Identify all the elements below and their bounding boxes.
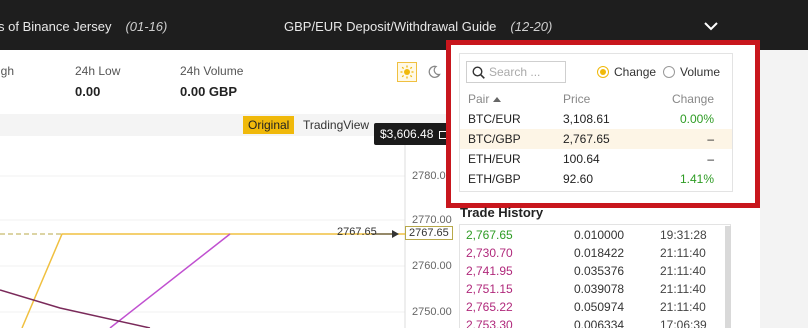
market-row[interactable]: ETH/EUR 100.64 – xyxy=(460,149,732,169)
trade-row: 2,730.70 0.018422 21:11:40 xyxy=(460,245,722,261)
announcement-title: s of Binance Jersey xyxy=(0,19,112,34)
tab-original[interactable]: Original xyxy=(243,116,295,134)
pair-change: 0.00% xyxy=(679,112,714,126)
trade-time: 21:11:40 xyxy=(660,300,706,314)
dark-theme-button[interactable] xyxy=(424,62,444,82)
radio-change[interactable]: Change xyxy=(597,65,656,79)
stat-label-high: igh xyxy=(0,64,15,78)
series-line-dark xyxy=(0,289,151,328)
market-selector: Change Volume Pair Price Change BTC/EUR … xyxy=(459,53,733,192)
trade-price: 2,753.30 xyxy=(466,318,513,328)
pair-name: BTC/EUR xyxy=(468,112,521,126)
pair-change: – xyxy=(707,132,714,146)
price-chart[interactable]: 2780.00 2770.00 2760.00 2750.00 2767.65 … xyxy=(0,136,460,328)
trade-qty: 0.039078 xyxy=(574,282,625,296)
market-table-header: Pair Price Change xyxy=(460,89,732,109)
market-row-selected[interactable]: BTC/GBP 2,767.65 – xyxy=(460,129,732,149)
trade-row: 2,767.65 0.010000 19:31:28 xyxy=(460,227,722,243)
trade-price: 2,767.65 xyxy=(466,228,513,242)
price-tooltip: $3,606.48 xyxy=(374,123,454,145)
stat-value-low: 0.00 xyxy=(75,84,101,99)
last-price-label: 2767.65 xyxy=(337,226,377,238)
trade-price: 2,765.22 xyxy=(466,300,513,314)
trade-row: 2,741.95 0.035376 21:11:40 xyxy=(460,263,722,279)
y-tick-label: 2750.00 xyxy=(412,306,452,318)
radio-dot xyxy=(663,66,675,78)
y-tick-label: 2770.00 xyxy=(412,214,452,226)
header-price[interactable]: Price xyxy=(563,92,590,106)
stat-label-volume: 24h Volume xyxy=(180,64,244,78)
series-line-purple xyxy=(109,233,231,328)
trade-history-title: Trade History xyxy=(460,205,544,220)
radio-dot-selected xyxy=(597,66,609,78)
trade-history-scrollbar[interactable] xyxy=(725,226,731,328)
last-price-axis-badge: 2767.65 xyxy=(405,226,453,240)
light-theme-button[interactable] xyxy=(397,62,417,82)
trade-price: 2,751.15 xyxy=(466,282,513,296)
radio-change-label: Change xyxy=(614,65,657,79)
app-root: s of Binance Jersey (01-16) GBP/EUR Depos… xyxy=(0,0,808,328)
trade-row: 2,765.22 0.050974 21:11:40 xyxy=(460,299,722,315)
series-line-yellow xyxy=(21,233,405,328)
pair-price: 92.60 xyxy=(563,172,594,186)
pair-name: ETH/GBP xyxy=(468,172,521,186)
trade-price: 2,730.70 xyxy=(466,246,513,260)
stat-value-volume: 0.00 GBP xyxy=(180,84,238,99)
announcement-date: (12-20) xyxy=(510,19,553,34)
trade-row: 2,753.30 0.006334 17:06:39 xyxy=(460,317,722,328)
trade-qty: 0.010000 xyxy=(574,228,625,242)
search-box[interactable] xyxy=(466,61,566,83)
pair-name: BTC/GBP xyxy=(468,132,521,146)
header-change[interactable]: Change xyxy=(672,92,714,106)
pair-change: 1.41% xyxy=(679,172,714,186)
trade-time: 19:31:28 xyxy=(660,228,707,242)
pair-name: ETH/EUR xyxy=(468,152,521,166)
trade-qty: 0.018422 xyxy=(574,246,625,260)
announcement-link-1[interactable]: s of Binance Jersey (01-16) xyxy=(0,19,167,34)
chart-gridlines xyxy=(0,175,405,313)
pair-price: 2,767.65 xyxy=(563,132,610,146)
arrow-head xyxy=(392,230,399,238)
trade-qty: 0.050974 xyxy=(574,300,625,314)
y-tick-label: 2760.00 xyxy=(412,260,452,272)
announcement-date: (01-16) xyxy=(125,19,168,34)
right-gutter xyxy=(760,50,808,328)
trade-price: 2,741.95 xyxy=(466,264,513,278)
trade-qty: 0.035376 xyxy=(574,264,625,278)
trade-time: 21:11:40 xyxy=(660,264,706,278)
pair-price: 3,108.61 xyxy=(563,112,610,126)
header-pair-label: Pair xyxy=(468,92,490,106)
sun-icon xyxy=(400,65,414,79)
search-input[interactable] xyxy=(489,64,563,80)
price-tooltip-value: $3,606.48 xyxy=(380,127,434,141)
trade-qty: 0.006334 xyxy=(574,318,625,328)
market-row[interactable]: ETH/GBP 92.60 1.41% xyxy=(460,169,732,189)
trade-time: 21:11:40 xyxy=(660,246,706,260)
trade-time: 21:11:40 xyxy=(660,282,706,296)
trade-time: 17:06:39 xyxy=(660,318,707,328)
chart-canvas xyxy=(0,136,406,328)
radio-volume[interactable]: Volume xyxy=(663,65,720,79)
trade-row: 2,751.15 0.039078 21:11:40 xyxy=(460,281,722,297)
sort-asc-icon xyxy=(493,97,502,103)
pair-price: 100.64 xyxy=(563,152,600,166)
trade-history-list: 2,767.65 0.010000 19:31:28 2,730.70 0.01… xyxy=(459,224,731,328)
market-row[interactable]: BTC/EUR 3,108.61 0.00% xyxy=(460,109,732,129)
chevron-down-icon[interactable] xyxy=(703,20,719,32)
announcement-title: GBP/EUR Deposit/Withdrawal Guide xyxy=(284,19,497,34)
stat-label-low: 24h Low xyxy=(75,64,121,78)
radio-volume-label: Volume xyxy=(680,65,721,79)
pair-change: – xyxy=(707,152,714,166)
ticker-stats: igh 24h Low 0.00 24h Volume 0.00 GBP xyxy=(0,50,460,114)
search-icon xyxy=(472,66,485,79)
announcement-link-2[interactable]: GBP/EUR Deposit/Withdrawal Guide (12-20) xyxy=(284,19,552,34)
header-pair[interactable]: Pair xyxy=(468,92,502,106)
tab-tradingview[interactable]: TradingView xyxy=(303,116,369,134)
moon-icon xyxy=(428,65,441,78)
